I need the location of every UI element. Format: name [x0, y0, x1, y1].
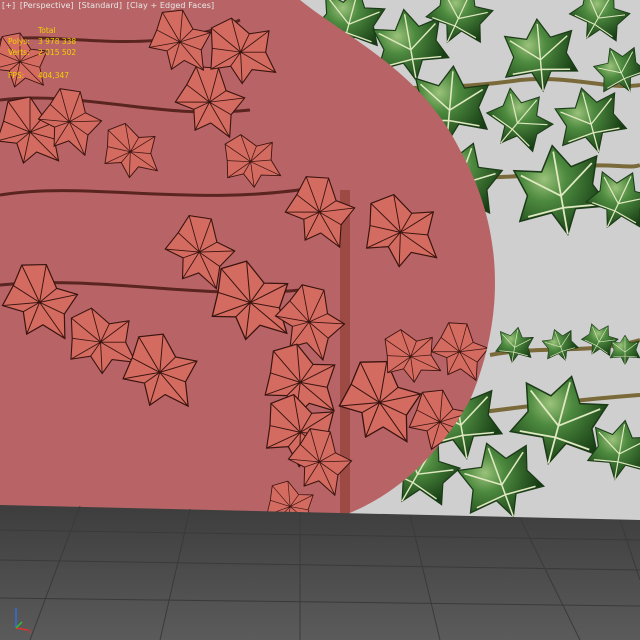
stats-verts-label: Verts: [8, 48, 30, 57]
stats-polys-row: Polys: 3 978 338 [8, 36, 76, 47]
stats-polys-label: Polys: [8, 37, 30, 46]
stats-polys-value: 3 978 338 [38, 37, 77, 46]
stats-fps-label: FPS: [8, 71, 25, 80]
viewport-label-bar[interactable]: [+] [Perspective] [Standard] [Clay + Edg… [2, 1, 216, 10]
viewport-menu-button[interactable]: [+] [2, 1, 15, 10]
stats-verts-row: Verts: 2 015 502 [8, 47, 76, 58]
viewport-view-label[interactable]: [Perspective] [20, 1, 74, 10]
viewport-display-label[interactable]: [Clay + Edged Faces] [127, 1, 215, 10]
stats-fps-row: FPS: 404,347 [8, 70, 76, 81]
svg-text:x: x [28, 628, 32, 634]
stats-verts-value: 2 015 502 [38, 48, 77, 57]
scene-render[interactable] [0, 0, 640, 640]
stats-total-label: Total [38, 26, 56, 35]
statistics-overlay: Total Polys: 3 978 338 Verts: 2 015 502 … [8, 25, 76, 81]
viewport-shading-label[interactable]: [Standard] [78, 1, 122, 10]
axis-gizmo-icon: x [6, 604, 42, 635]
viewport-floor-grid [0, 505, 640, 640]
viewport-perspective[interactable]: [+] [Perspective] [Standard] [Clay + Edg… [0, 0, 640, 640]
stats-fps-value: 404,347 [38, 71, 70, 80]
